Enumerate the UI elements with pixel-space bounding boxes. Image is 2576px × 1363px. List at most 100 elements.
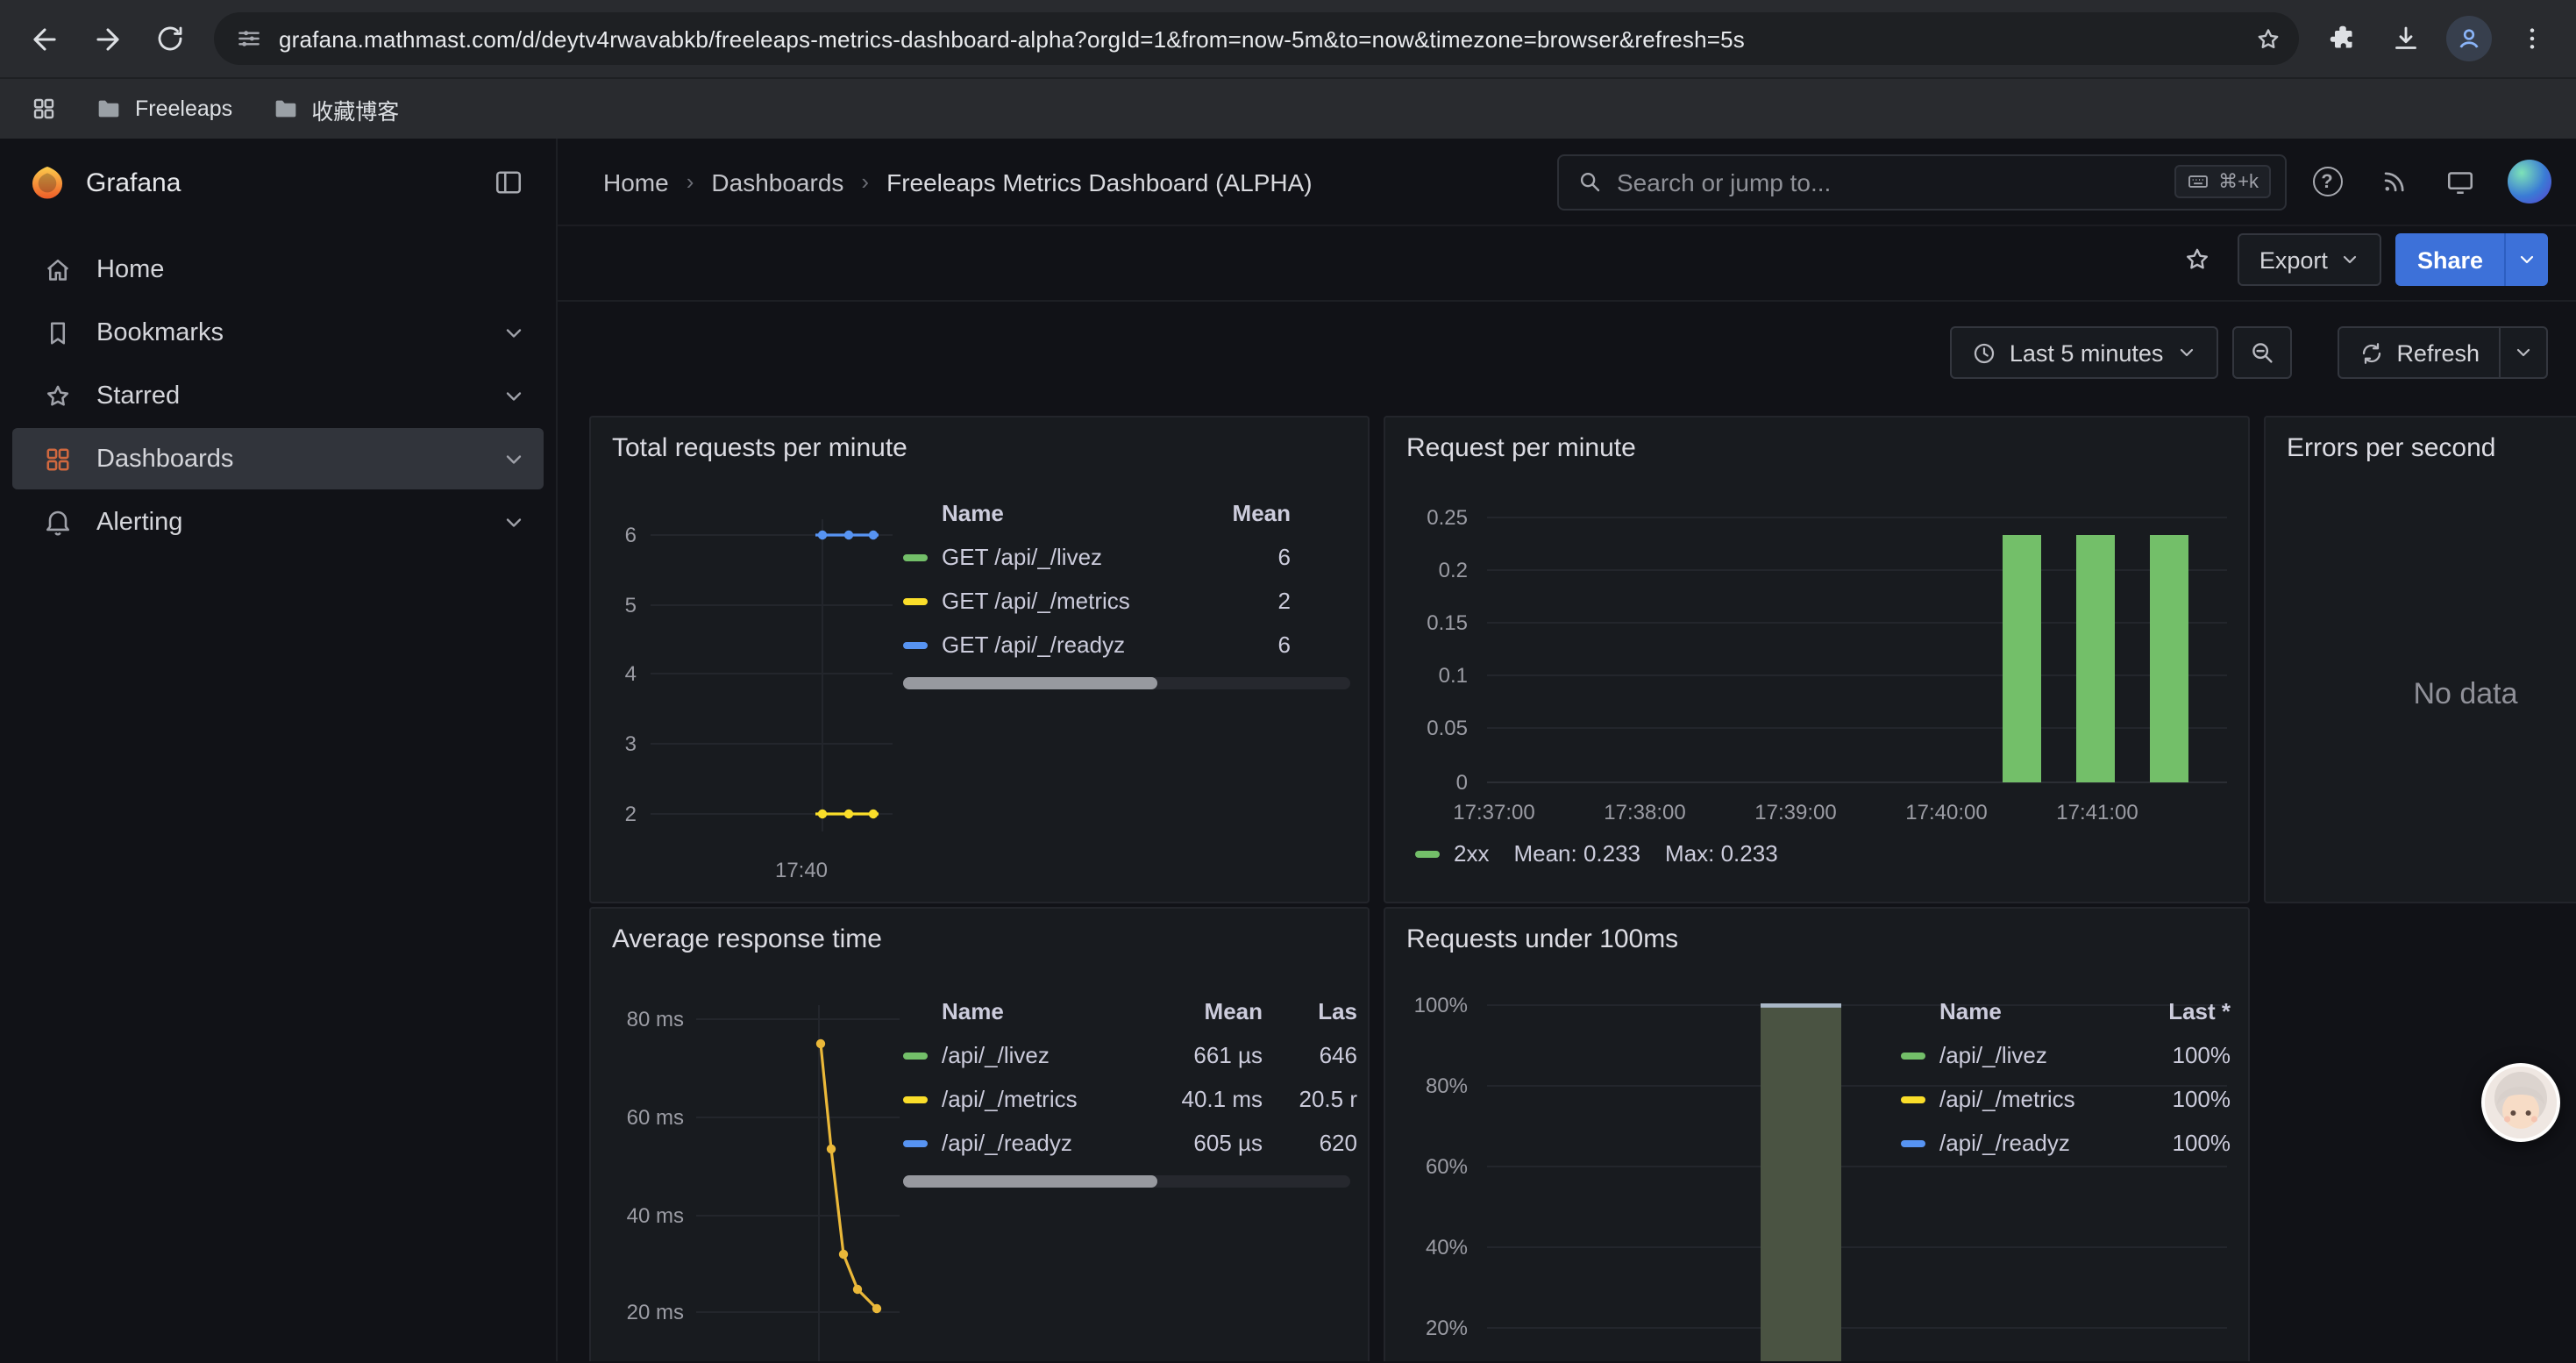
y-axis-tick: 80% xyxy=(1385,1074,1468,1098)
user-avatar[interactable] xyxy=(2508,160,2551,203)
breadcrumb-dashboards[interactable]: Dashboards xyxy=(711,168,843,196)
export-button[interactable]: Export xyxy=(2238,233,2382,286)
legend-row[interactable]: /api/_/livez 661 µs 646 xyxy=(903,1033,1357,1077)
y-axis-tick: 40% xyxy=(1385,1235,1468,1260)
site-info-icon[interactable] xyxy=(235,25,263,53)
legend-col-last[interactable]: Las xyxy=(1277,998,1357,1024)
sidebar-item-home[interactable]: Home xyxy=(12,239,544,300)
dashboard-area: Export Share xyxy=(558,226,2576,1361)
zoom-out-button[interactable] xyxy=(2231,326,2291,379)
share-menu-caret[interactable] xyxy=(2504,233,2548,286)
legend-row[interactable]: /api/_/metrics 40.1 ms 20.5 r xyxy=(903,1077,1357,1121)
legend-col-name[interactable]: Name xyxy=(942,998,1143,1024)
chevron-down-icon[interactable] xyxy=(502,446,526,471)
refresh-icon xyxy=(2358,339,2384,366)
bookmarks-bar: Freeleaps 收藏博客 xyxy=(0,77,2576,139)
extensions-icon[interactable] xyxy=(2313,9,2373,68)
clock-icon xyxy=(1971,339,1997,366)
y-axis-tick: 20 ms xyxy=(591,1300,684,1324)
scrollbar-thumb[interactable] xyxy=(903,1175,1158,1188)
bookmark-star-icon[interactable] xyxy=(2243,14,2292,63)
bookmark-folder-freeleaps[interactable]: Freeleaps xyxy=(81,86,246,132)
grafana-logo[interactable] xyxy=(28,163,67,202)
favorite-star-icon[interactable] xyxy=(2172,233,2224,286)
series-color-green xyxy=(903,553,928,560)
refresh-button[interactable]: Refresh xyxy=(2337,326,2501,379)
reload-button[interactable] xyxy=(140,9,200,68)
legend-col-mean[interactable]: Mean xyxy=(1157,998,1263,1024)
bookmark-folder-blog[interactable]: 收藏博客 xyxy=(257,86,413,132)
apps-grid-icon[interactable] xyxy=(18,82,70,135)
share-button[interactable]: Share xyxy=(2396,233,2548,286)
sidebar-item-bookmarks[interactable]: Bookmarks xyxy=(12,302,544,363)
shortcut-text: ⌘+k xyxy=(2218,170,2259,193)
legend-table: Name Last * /api/_/livez 100% /api/_/met… xyxy=(1901,989,2231,1165)
sidebar-nav: Home Bookmarks Starred xyxy=(0,226,556,554)
bell-icon xyxy=(42,506,74,538)
legend-row[interactable]: /api/_/readyz 100% xyxy=(1901,1121,2231,1165)
export-label: Export xyxy=(2259,246,2328,273)
y-axis-tick: 0.1 xyxy=(1385,663,1468,688)
panel-requests-under-100ms[interactable]: Requests under 100ms 100% 80% 60% xyxy=(1384,907,2250,1361)
chevron-down-icon[interactable] xyxy=(502,383,526,408)
series-color-blue xyxy=(903,1139,928,1146)
legend-row[interactable]: GET /api/_/readyz 6 xyxy=(903,623,1291,667)
y-axis-tick: 0.2 xyxy=(1385,558,1468,582)
assistant-avatar[interactable] xyxy=(2481,1063,2560,1142)
sidebar-item-alerting[interactable]: Alerting xyxy=(12,491,544,553)
zoom-out-icon xyxy=(2247,339,2275,367)
downloads-icon[interactable] xyxy=(2376,9,2436,68)
legend-row[interactable]: /api/_/livez 100% xyxy=(1901,1033,2231,1077)
series-color-blue xyxy=(903,641,928,648)
chevron-down-icon[interactable] xyxy=(502,320,526,345)
sidebar-item-dashboards[interactable]: Dashboards xyxy=(12,428,544,489)
folder-icon xyxy=(95,95,123,123)
share-label[interactable]: Share xyxy=(2396,233,2504,286)
series-color-green xyxy=(903,1052,928,1059)
panel-average-response-time[interactable]: Average response time xyxy=(589,907,1370,1361)
refresh-interval-caret[interactable] xyxy=(2501,326,2548,379)
chevron-down-icon[interactable] xyxy=(502,510,526,534)
x-axis-tick: 17:38:00 xyxy=(1604,800,1685,824)
collapse-sidebar-icon[interactable] xyxy=(482,156,535,209)
forward-button[interactable] xyxy=(77,9,137,68)
legend-scrollbar[interactable] xyxy=(903,677,1350,689)
panel-title[interactable]: Errors per second xyxy=(2287,433,2495,463)
kiosk-monitor-icon[interactable] xyxy=(2434,155,2487,208)
profile-button[interactable] xyxy=(2439,9,2499,68)
legend-series-label[interactable]: 2xx xyxy=(1454,840,1489,867)
legend-row[interactable]: GET /api/_/livez 6 xyxy=(903,535,1291,579)
dashboard-actions: Export Share xyxy=(2172,233,2548,286)
series-color-yellow xyxy=(903,1095,928,1103)
legend-row[interactable]: /api/_/readyz 605 µs 620 xyxy=(903,1121,1357,1165)
url-text[interactable]: grafana.mathmast.com/d/deytv4rwavabkb/fr… xyxy=(279,25,2227,52)
folder-icon xyxy=(271,95,299,123)
grafana-main: Home › Dashboards › Freeleaps Metrics Da… xyxy=(558,139,2576,1361)
home-icon xyxy=(42,253,74,285)
legend-scrollbar[interactable] xyxy=(903,1175,1350,1188)
legend-col-name[interactable]: Name xyxy=(1939,998,2125,1024)
scrollbar-thumb[interactable] xyxy=(903,677,1158,689)
legend-row[interactable]: GET /api/_/metrics 2 xyxy=(903,579,1291,623)
legend-col-name[interactable]: Name xyxy=(942,500,1206,526)
x-axis-tick: 17:40 xyxy=(775,858,828,882)
panel-request-per-minute[interactable]: Request per minute xyxy=(1384,416,2250,903)
bar-chart xyxy=(1385,417,2250,903)
news-rss-icon[interactable] xyxy=(2367,155,2420,208)
breadcrumb-home[interactable]: Home xyxy=(603,168,669,196)
series-color-blue xyxy=(1901,1139,1925,1146)
legend-col-mean[interactable]: Mean xyxy=(1220,500,1291,526)
browser-menu-icon[interactable] xyxy=(2502,9,2562,68)
grafana-sidebar: Grafana Home Bookmarks xyxy=(0,139,558,1361)
legend-row[interactable]: /api/_/metrics 100% xyxy=(1901,1077,2231,1121)
panel-errors-per-second[interactable]: Errors per second No data xyxy=(2264,416,2576,903)
address-bar[interactable]: grafana.mathmast.com/d/deytv4rwavabkb/fr… xyxy=(214,12,2299,65)
search-input[interactable]: Search or jump to... ⌘+k xyxy=(1557,153,2287,210)
back-button[interactable] xyxy=(14,9,74,68)
sidebar-item-starred[interactable]: Starred xyxy=(12,365,544,426)
panel-total-requests[interactable]: Total requests per minute xyxy=(589,416,1370,903)
legend-col-last[interactable]: Last * xyxy=(2139,998,2231,1024)
y-axis-tick: 4 xyxy=(591,661,637,686)
time-range-picker[interactable]: Last 5 minutes xyxy=(1950,326,2218,379)
help-icon[interactable]: ? xyxy=(2301,155,2353,208)
